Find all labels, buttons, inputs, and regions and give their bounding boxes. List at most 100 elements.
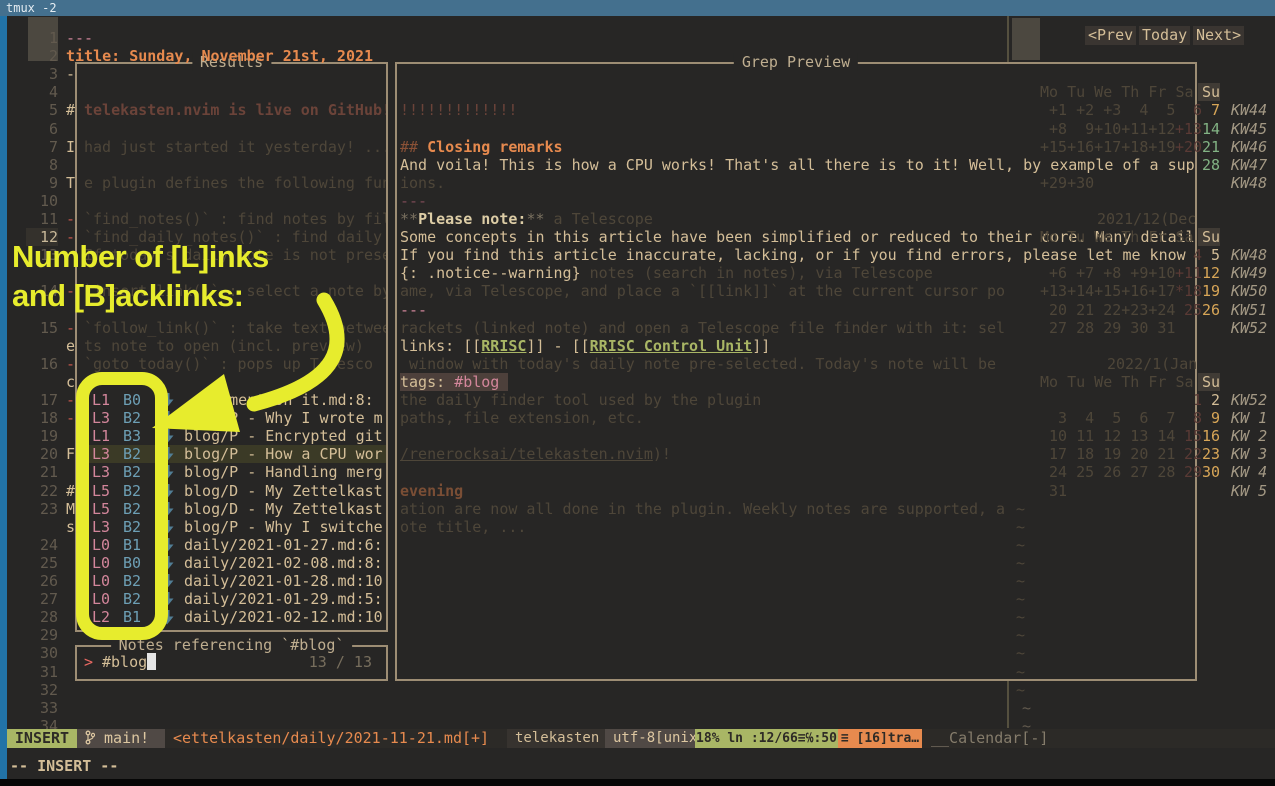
preview-segment: window with today's daily note pre-selec… — [400, 355, 996, 373]
buffer-char: - — [66, 409, 75, 427]
calendar-weekdays: +15+16+17+18+19 — [1040, 138, 1175, 156]
preview-segment: --- — [400, 192, 427, 210]
buffer-line: telekasten.nvim is live on GitHub! — [84, 101, 386, 119]
empty-line-tilde: ~ — [1016, 572, 1025, 590]
calendar-next-button[interactable]: Next> — [1193, 26, 1244, 45]
preview-line: ote title, ... — [400, 518, 1194, 536]
buffer-line: `find_notes()` : find notes by fil — [84, 210, 386, 228]
preview-segment: ame, via Telescope, and place a `[[link]… — [400, 282, 1005, 300]
preview-segment: ions. — [400, 174, 445, 192]
line-number: 28 — [26, 608, 58, 626]
preview-segment: --- — [400, 301, 427, 319]
line-number: 9 — [26, 174, 58, 192]
line-number: 33 — [26, 699, 58, 717]
calendar-date[interactable]: 7 — [1198, 101, 1220, 119]
annotation-highlight-box — [76, 372, 168, 640]
empty-line-tilde: ~ — [1016, 590, 1025, 608]
line-number: 25 — [26, 554, 58, 572]
preview-segment: ** — [526, 210, 544, 228]
buffer-char: M — [66, 500, 75, 518]
buffer-char: c — [66, 373, 75, 391]
calendar-day-header: Mo Tu We Th Fr Sa — [1040, 228, 1194, 246]
preview-segment: ## — [400, 138, 427, 156]
result-filename: blog/P - How a CPU wor — [184, 445, 383, 463]
calendar-date[interactable]: 14 — [1198, 120, 1220, 138]
line-number: 27 — [26, 590, 58, 608]
empty-line-tilde: ~ — [1016, 626, 1025, 644]
calendar-sunday-header: Su — [1198, 373, 1220, 391]
terminal-left-border — [0, 16, 7, 779]
calendar-weekdays: 3 4 5 6 7 — [1040, 409, 1175, 427]
calendar-date[interactable]: 16 — [1198, 427, 1220, 445]
preview-segment: paths, file extension, etc. — [400, 409, 644, 427]
prompt-caret: > — [84, 653, 93, 671]
buffer-char: - — [66, 355, 75, 373]
line-number: 23 — [26, 500, 58, 518]
scroll-indicator-right — [1012, 18, 1040, 60]
preview-segment: ote title, ... — [400, 518, 526, 536]
line-number: 15 — [26, 319, 58, 337]
calendar-weekdays: 27 28 29 30 31 — [1040, 319, 1175, 337]
calendar-date[interactable]: 21 — [1198, 138, 1220, 156]
calendar-today-button[interactable]: Today — [1139, 26, 1190, 45]
calendar-week-number: KW 4 — [1231, 463, 1267, 481]
preview-segment: ation are now all done in the plugin. We… — [400, 500, 1005, 518]
calendar-date[interactable]: 9 — [1198, 409, 1220, 427]
empty-line-tilde: ~ — [1016, 554, 1025, 572]
calendar-date[interactable]: 26 — [1198, 301, 1220, 319]
calendar-buffer-label: __Calendar[-] — [925, 729, 1048, 748]
calendar-date[interactable]: 30 — [1198, 463, 1220, 481]
prompt-window[interactable]: Notes referencing `#blog` > #blog 13 / 1… — [75, 645, 388, 681]
calendar-date[interactable]: 5 — [1198, 246, 1220, 264]
git-branch-icon — [85, 730, 95, 745]
calendar-weekdays: +8 9+10+11+12 — [1040, 120, 1175, 138]
search-input[interactable]: #blog — [102, 653, 147, 671]
preview-segment: If you find this article inaccurate, lac… — [400, 246, 1186, 264]
result-counter: 13 / 13 — [309, 653, 372, 671]
buffer-char: F — [66, 445, 75, 463]
preview-segment: the daily finder tool used by the plugin — [400, 391, 761, 409]
statusline: INSERT main! <ettelkasten/daily/2021-11-… — [7, 729, 1275, 748]
calendar-weekdays: +1 +2 +3 4 5 — [1040, 101, 1175, 119]
empty-line-tilde: ~ — [1016, 536, 1025, 554]
line-number: 7 — [26, 138, 58, 156]
calendar-date[interactable]: 19 — [1198, 282, 1220, 300]
preview-line: **Please note:** a Telescope — [400, 210, 1194, 228]
line-number: 5 — [26, 101, 58, 119]
preview-line: links: [[RRISC]] - [[RRISC Control Unit]… — [400, 337, 1194, 355]
grep-preview-title: Grep Preview — [734, 53, 858, 71]
calendar-week-number: KW50 — [1231, 282, 1267, 300]
buffer-char: # — [66, 101, 75, 119]
calendar-date[interactable]: 2 — [1198, 391, 1220, 409]
calendar-date[interactable]: 12 — [1198, 264, 1220, 282]
calendar-week-number: KW48 — [1231, 246, 1267, 264]
calendar-month-label: 2022/1(Jan — [1107, 355, 1197, 373]
calendar-week-number: KW47 — [1231, 156, 1267, 174]
buffer-line: `follow_link()` : take text between — [84, 319, 386, 337]
calendar-weekdays: 17 18 19 20 21 — [1040, 445, 1175, 463]
calendar-day-header: Mo Tu We Th Fr Sa — [1040, 83, 1194, 101]
line-number: 24 — [26, 536, 58, 554]
buffer-line: e plugin defines the following fun — [84, 174, 386, 192]
annotation-line2: and [B]acklinks: — [12, 287, 243, 305]
preview-segment: ** — [400, 210, 418, 228]
calendar-date[interactable]: 23 — [1198, 445, 1220, 463]
calendar-date[interactable]: 28 — [1198, 156, 1220, 174]
line-number: 3 — [26, 65, 58, 83]
calendar-week-number: KW45 — [1231, 120, 1267, 138]
calendar-week-number: KW52 — [1231, 319, 1267, 337]
text-cursor — [147, 653, 156, 670]
result-filename: daily/2021-01-27.md:6: — [184, 536, 383, 554]
calendar-week-number: KW52 — [1231, 391, 1267, 409]
preview-segment: And voila! This is how a CPU works! That… — [400, 156, 1194, 174]
calendar-weekdays: 20 21 22+23+24 — [1040, 301, 1175, 319]
calendar-month-label: 2021/12(Dec — [1097, 210, 1196, 228]
calendar-prev-button[interactable]: <Prev — [1085, 26, 1136, 45]
preview-segment: Closing remarks — [427, 138, 562, 156]
line-number: 21 — [26, 463, 58, 481]
buffer-char: I — [66, 138, 75, 156]
buffer-line: had just started it yesterday! ... — [84, 138, 386, 156]
calendar-week-number: KW 2 — [1231, 427, 1267, 445]
buffer-char: - — [66, 319, 75, 337]
line-number: 16 — [26, 355, 58, 373]
